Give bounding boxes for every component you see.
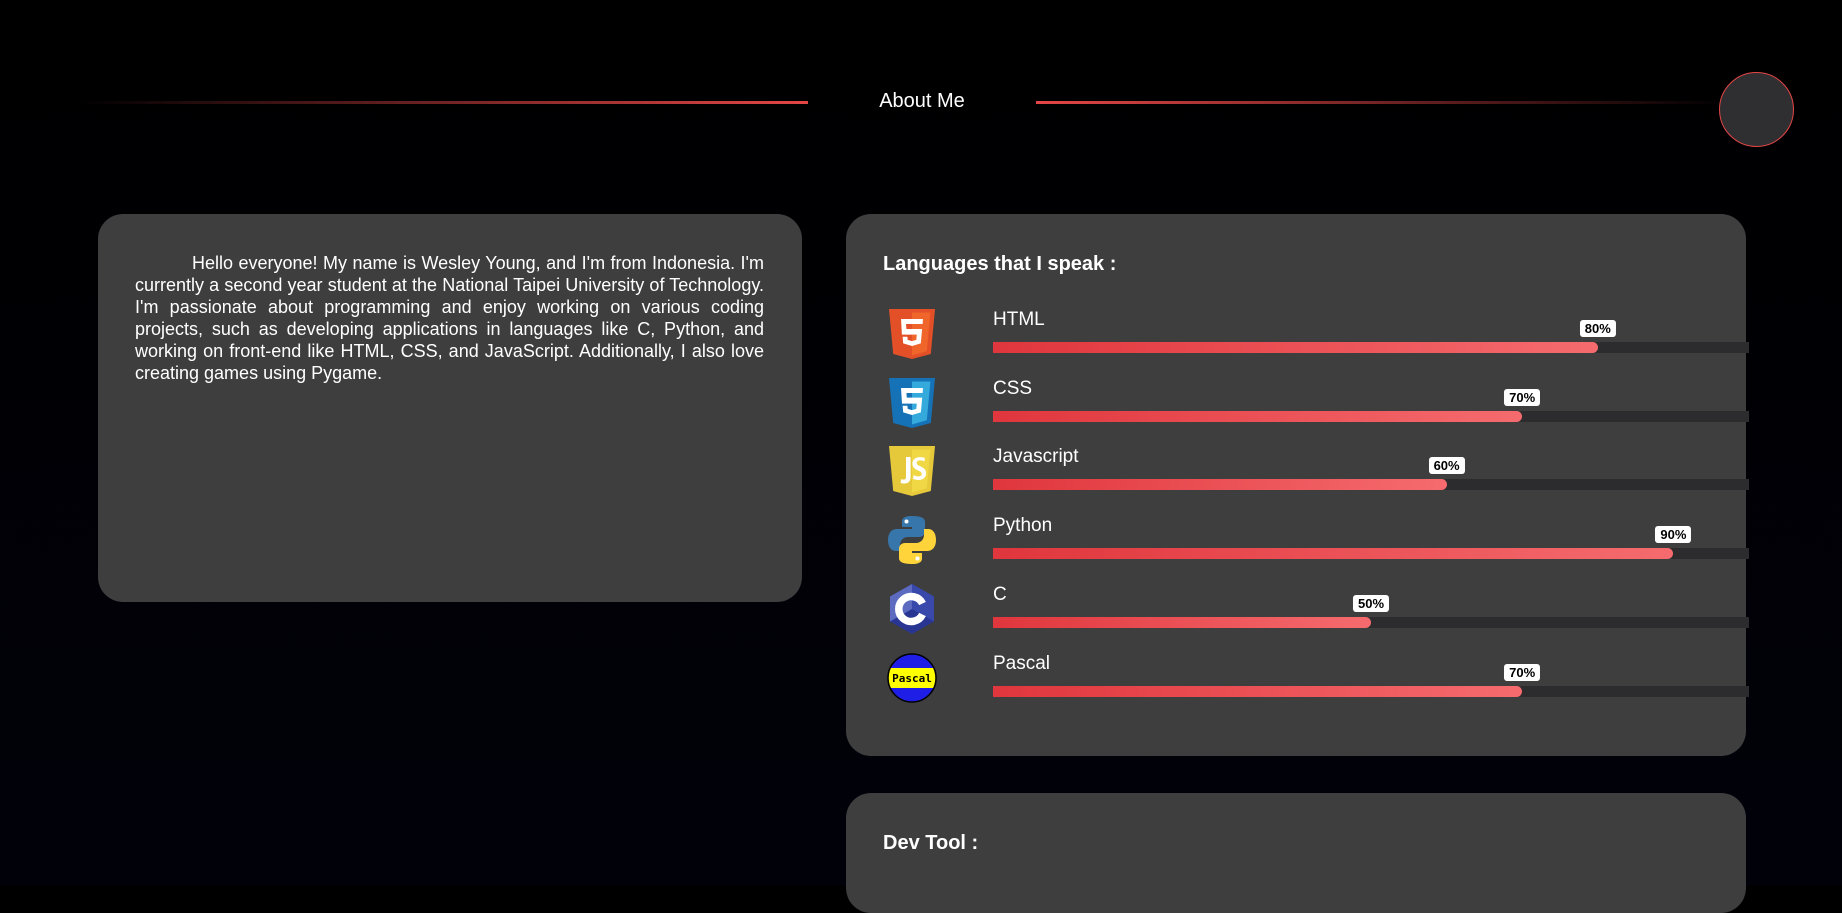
pascal-icon: Pascal (886, 652, 938, 704)
circle-button[interactable] (1719, 72, 1794, 147)
about-text: Hello everyone! My name is Wesley Young,… (135, 253, 764, 383)
skill-bar-fill (993, 342, 1598, 353)
header-divider-right (1036, 101, 1726, 104)
skill-name: HTML (993, 309, 1045, 330)
dev-tool-title: Dev Tool : (883, 832, 979, 854)
skill-bar-fill (993, 686, 1523, 697)
languages-title: Languages that I speak : (883, 253, 1117, 275)
skill-percent-badge: 90% (1655, 526, 1692, 543)
skill-row-css: CSS 70% (886, 377, 1749, 432)
skill-percent-badge: 80% (1579, 320, 1616, 337)
javascript-icon (886, 445, 938, 497)
dev-tool-card: Dev Tool : (846, 793, 1746, 913)
skill-percent-badge: 60% (1428, 457, 1465, 474)
skill-bar-track (993, 479, 1749, 490)
html5-icon (886, 308, 938, 360)
section-title: About Me (879, 90, 965, 112)
skill-percent-badge: 50% (1352, 595, 1390, 612)
skill-bar-fill (993, 548, 1674, 559)
languages-card: Languages that I speak : HTML 80% CSS 70… (846, 214, 1749, 756)
skill-name: Python (993, 515, 1053, 536)
skill-bar-track (993, 411, 1749, 422)
skill-name: C (993, 584, 1007, 605)
css3-icon (886, 377, 938, 429)
skill-name: Pascal (993, 653, 1051, 674)
python-icon (886, 514, 938, 566)
c-language-icon (886, 583, 938, 635)
skill-percent-badge: 70% (1504, 389, 1541, 406)
skill-row-html: HTML 80% (886, 308, 1749, 363)
skill-bar-fill (993, 411, 1523, 422)
skill-row-python: Python 90% (886, 514, 1749, 569)
skill-name: CSS (993, 378, 1033, 399)
svg-text:Pascal: Pascal (892, 672, 932, 685)
skill-bar-fill (993, 617, 1371, 628)
skill-row-javascript: Javascript 60% (886, 445, 1749, 500)
skill-bar-fill (993, 479, 1447, 490)
skill-bar-track (993, 617, 1749, 628)
skill-percent-badge: 70% (1504, 664, 1541, 681)
skill-name: Javascript (993, 446, 1079, 467)
about-card: Hello everyone! My name is Wesley Young,… (98, 214, 802, 602)
skill-row-c: C 50% (886, 583, 1749, 638)
skill-row-pascal: Pascal Pascal 70% (886, 652, 1749, 707)
skill-bar-track (993, 342, 1749, 353)
skill-bar-track (993, 686, 1749, 697)
header-divider-left (80, 101, 808, 104)
skill-bar-track (993, 548, 1749, 559)
